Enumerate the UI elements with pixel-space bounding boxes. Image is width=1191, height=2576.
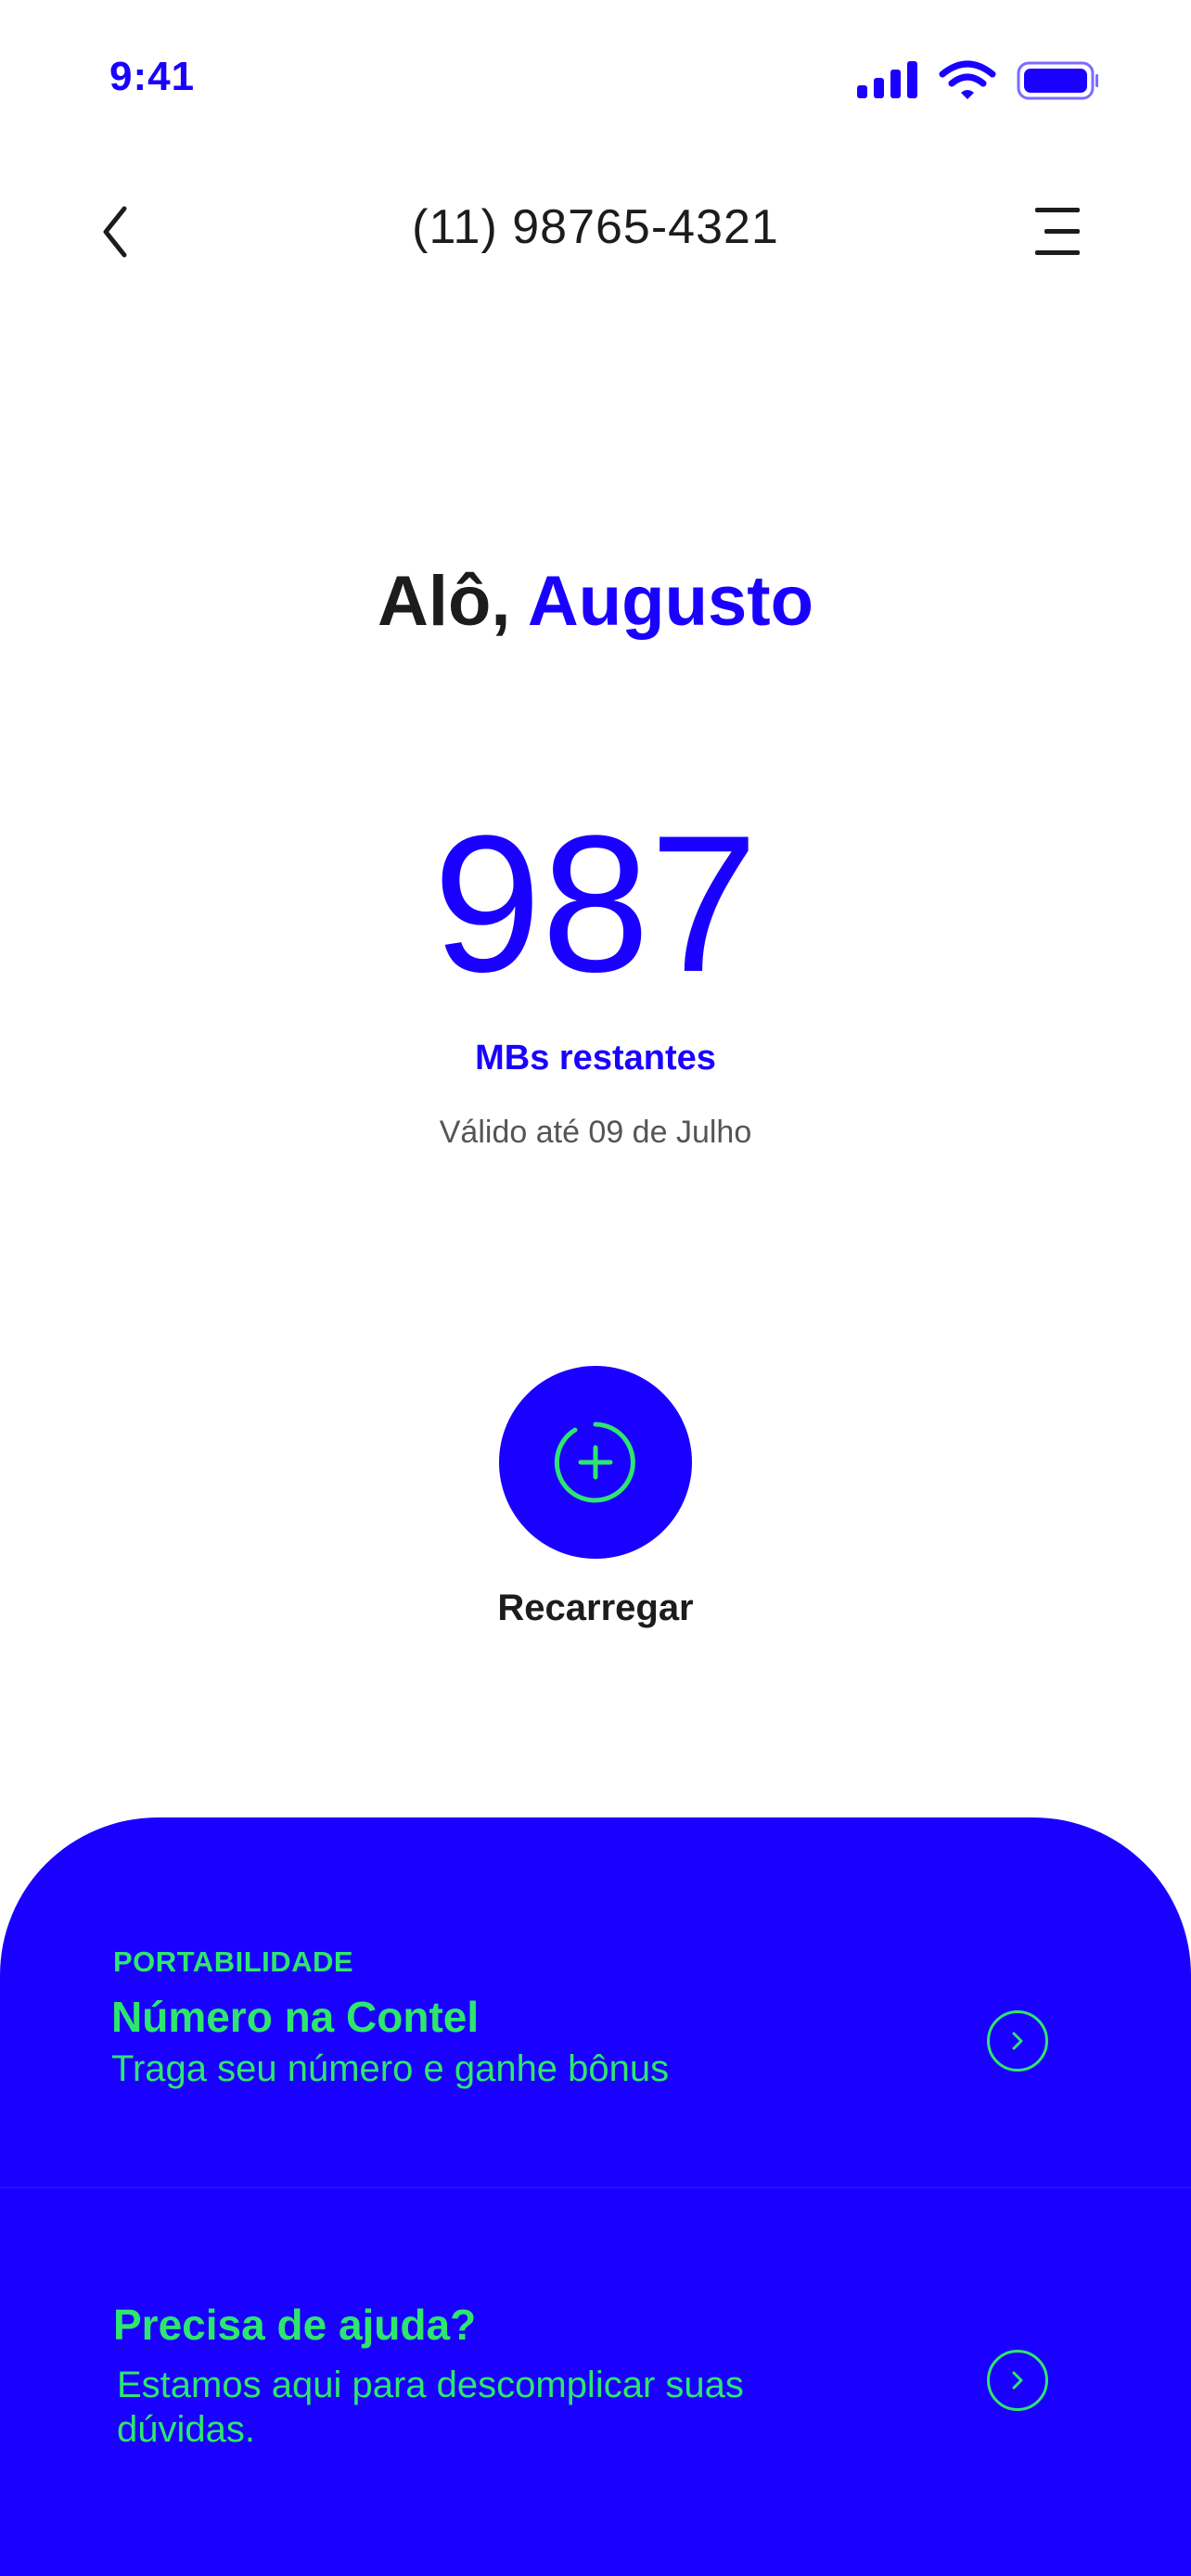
chevron-right-icon <box>1012 2371 1023 2390</box>
signal-icon <box>857 61 917 98</box>
help-subtitle: Estamos aqui para descomplicar suas dúvi… <box>117 2365 744 2450</box>
wifi-icon <box>939 60 996 99</box>
status-time: 9:41 <box>109 54 196 99</box>
greeting: Alô, Augusto <box>0 561 1191 642</box>
validity-date: Válido até 09 de Julho <box>439 1115 752 1150</box>
menu-icon <box>1035 208 1080 255</box>
greeting-name: Augusto <box>527 562 813 641</box>
portability-subtitle: Traga seu número e ganhe bônus <box>111 2048 670 2089</box>
data-balance-unit: MBs restantes <box>475 1039 716 1078</box>
chevron-right-circle-icon[interactable] <box>987 2350 1048 2411</box>
status-icons <box>853 57 1099 104</box>
phone-number-title: (11) 98765-4321 <box>412 200 779 254</box>
data-balance-value: 987 <box>432 795 759 1013</box>
plus-circle-icon <box>554 1422 635 1503</box>
recharge-button[interactable] <box>499 1366 692 1559</box>
battery-icon <box>1017 61 1099 100</box>
menu-button[interactable] <box>1028 206 1083 258</box>
greeting-prefix: Alô, <box>378 562 511 641</box>
portability-title: Número na Contel <box>111 1993 480 2041</box>
help-title: Precisa de ajuda? <box>113 2301 477 2349</box>
portability-eyebrow: PORTABILIDADE <box>113 1945 354 1978</box>
chevron-right-circle-icon[interactable] <box>987 2010 1048 2072</box>
recharge-label: Recarregar <box>497 1588 694 1628</box>
chevron-right-icon <box>1012 2032 1023 2050</box>
